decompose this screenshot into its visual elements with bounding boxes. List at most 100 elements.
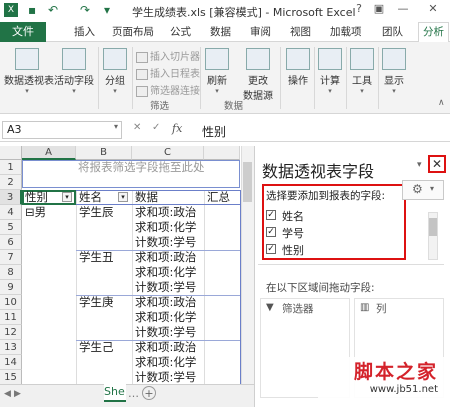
data-field-cell[interactable]: 求和项:政治	[135, 205, 203, 220]
tab-page-layout[interactable]: 页面布局	[112, 24, 154, 39]
row-header[interactable]: 1	[0, 160, 22, 175]
close-panel-button[interactable]: ✕	[428, 155, 446, 173]
chevron-down-icon[interactable]: ▾	[114, 122, 118, 131]
row-header[interactable]: 6	[0, 235, 22, 250]
tools-label: 工具	[352, 76, 372, 87]
tab-review[interactable]: 审阅	[250, 24, 271, 39]
sheet-tab-active[interactable]: She	[104, 384, 126, 402]
pivot-panel-title: 数据透视表字段	[262, 162, 375, 181]
data-field-cell[interactable]: 计数项:学号	[135, 280, 203, 295]
insert-slicer-button[interactable]: 插入切片器	[136, 48, 200, 63]
gender-group-male[interactable]: ⊟男	[25, 205, 46, 220]
close-window-button[interactable]: ✕	[426, 2, 440, 18]
row-header[interactable]: 5	[0, 220, 22, 235]
data-field-cell[interactable]: 求和项:化学	[135, 310, 203, 325]
refresh-button[interactable]: 刷新 ▾	[203, 48, 231, 95]
column-header-a[interactable]: A	[22, 146, 76, 160]
formula-input[interactable]: 性别	[202, 123, 226, 140]
sheet-more-icon[interactable]: …	[128, 387, 139, 400]
field-checkbox[interactable]: ✓	[266, 244, 276, 254]
field-list-item[interactable]: ✓ 学号	[266, 225, 396, 240]
row-header[interactable]: 13	[0, 340, 22, 355]
panel-layout-button[interactable]	[402, 180, 444, 200]
confirm-entry-icon[interactable]: ✓	[152, 122, 160, 133]
customize-quick-access-icon[interactable]: ▾	[104, 3, 110, 17]
data-field-cell[interactable]: 求和项:政治	[135, 295, 203, 310]
student-name-cell[interactable]: 学生丑	[79, 250, 114, 265]
tools-button[interactable]: 工具 ▾	[348, 48, 376, 95]
student-name-cell[interactable]: 学生辰	[79, 205, 114, 220]
sheet-prev-icon[interactable]: ◀	[4, 389, 11, 399]
data-field-cell[interactable]: 求和项:化学	[135, 220, 203, 235]
show-button[interactable]: 显示 ▾	[380, 48, 408, 95]
undo-icon[interactable]: ↶	[48, 3, 58, 17]
field-checkbox[interactable]: ✓	[266, 210, 276, 220]
tab-data[interactable]: 数据	[210, 24, 231, 39]
pivot-table-button[interactable]: 数据透视表 ▾	[4, 48, 54, 95]
ribbon-divider	[346, 47, 347, 109]
tab-formulas[interactable]: 公式	[170, 24, 191, 39]
field-list-prompt: 选择要添加到报表的字段:	[266, 190, 386, 202]
tab-add-ins[interactable]: 加载项	[330, 24, 362, 39]
gear-icon: ⚙	[412, 182, 423, 196]
row-header[interactable]: 2	[0, 175, 22, 190]
field-checkbox[interactable]: ✓	[266, 227, 276, 237]
select-all-corner[interactable]	[0, 146, 22, 160]
save-icon[interactable]: ▪	[28, 3, 36, 17]
filter-dropdown-icon[interactable]: ▾	[118, 192, 128, 202]
data-field-cell[interactable]: 求和项:化学	[135, 355, 203, 370]
filter-connections-button[interactable]: 筛选器连接	[136, 82, 200, 97]
active-field-button[interactable]: 活动字段 ▾	[54, 48, 94, 95]
name-box[interactable]: A3	[2, 121, 122, 139]
field-list-item[interactable]: ✓ 姓名	[266, 208, 396, 223]
scrollbar-thumb[interactable]	[243, 162, 252, 202]
column-header-d[interactable]	[204, 146, 240, 160]
column-header-c[interactable]: C	[132, 146, 204, 160]
row-header[interactable]: 11	[0, 310, 22, 325]
row-header[interactable]: 8	[0, 265, 22, 280]
tab-view[interactable]: 视图	[290, 24, 311, 39]
column-header-b[interactable]: B	[76, 146, 132, 160]
row-header[interactable]: 14	[0, 355, 22, 370]
ribbon-options-button[interactable]: ▣	[372, 2, 386, 18]
add-sheet-icon[interactable]: +	[142, 386, 156, 400]
filter-dropdown-icon[interactable]: ▾	[62, 192, 72, 202]
collapse-ribbon-icon[interactable]: ∧	[438, 98, 445, 108]
redo-icon[interactable]: ↷	[80, 3, 90, 17]
drag-areas-prompt: 在以下区域间拖动字段:	[266, 282, 375, 294]
student-name-cell[interactable]: 学生庚	[79, 295, 114, 310]
data-field-cell[interactable]: 计数项:学号	[135, 325, 203, 340]
data-field-cell[interactable]: 求和项:政治	[135, 250, 203, 265]
panel-options-icon[interactable]: ▾	[417, 160, 422, 170]
actions-button[interactable]: 操作	[284, 48, 312, 87]
filter-funnel-icon: ▼	[266, 302, 274, 313]
minimize-button[interactable]: —	[396, 2, 410, 18]
data-field-cell[interactable]: 计数项:学号	[135, 370, 203, 385]
calculations-button[interactable]: 计算 ▾	[316, 48, 344, 95]
change-data-source-button[interactable]: 更改 数据源	[238, 48, 278, 102]
tab-team[interactable]: 团队	[382, 24, 403, 39]
field-list-item[interactable]: ✓ 性别	[266, 242, 396, 257]
group-button[interactable]: 分组 ▾	[100, 48, 130, 95]
data-field-cell[interactable]: 求和项:政治	[135, 340, 203, 355]
data-field-cell[interactable]: 求和项:化学	[135, 265, 203, 280]
student-name-cell[interactable]: 学生己	[79, 340, 114, 355]
actions-label: 操作	[288, 76, 308, 87]
help-button[interactable]: ?	[352, 2, 366, 18]
row-header[interactable]: 10	[0, 295, 22, 310]
row-header[interactable]: 7	[0, 250, 22, 265]
row-header[interactable]: 9	[0, 280, 22, 295]
row-header[interactable]: 12	[0, 325, 22, 340]
cancel-entry-icon[interactable]: ✕	[133, 122, 141, 133]
row-header[interactable]: 15	[0, 370, 22, 385]
field-list-scroll-thumb[interactable]	[429, 218, 437, 236]
tab-analyze[interactable]: 分析	[418, 22, 449, 43]
insert-timeline-button[interactable]: 插入日程表	[136, 65, 200, 80]
data-field-cell[interactable]: 计数项:学号	[135, 235, 203, 250]
row-header[interactable]: 4	[0, 205, 22, 220]
insert-function-button[interactable]: fx	[172, 122, 182, 135]
tab-file[interactable]: 文件	[0, 22, 46, 42]
row-header[interactable]: 3	[0, 190, 22, 205]
tab-insert[interactable]: 插入	[74, 24, 95, 39]
sheet-next-icon[interactable]: ▶	[14, 389, 21, 399]
